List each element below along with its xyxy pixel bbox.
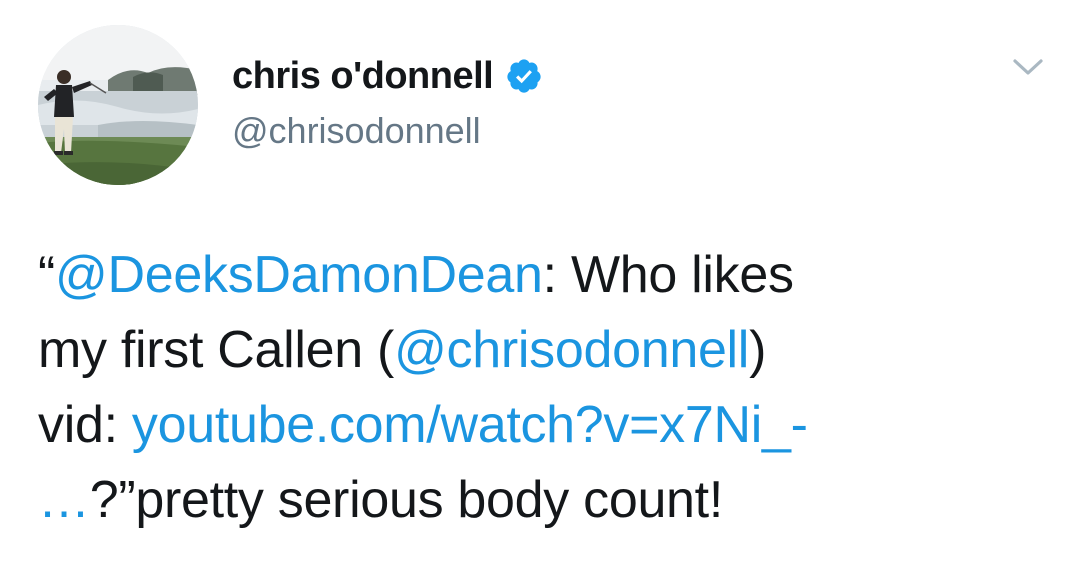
tweet-text-segment: ) xyxy=(749,321,767,379)
youtube-link-ellipsis[interactable]: … xyxy=(38,471,90,529)
tweet-text-segment: ?”pretty serious body count! xyxy=(89,471,724,529)
tweet-text-line-3: vid: youtube.com/watch?v=x7Ni_- xyxy=(38,388,1038,463)
mention-deeksdamondean[interactable]: @DeeksDamonDean xyxy=(55,246,543,304)
youtube-link[interactable]: youtube.com/watch?v=x7Ni_- xyxy=(132,396,808,454)
tweet-text-line-4: …?”pretty serious body count! xyxy=(38,463,1038,538)
chevron-down-icon xyxy=(1013,59,1043,75)
tweet-text-line-2: my first Callen (@chrisodonnell) xyxy=(38,313,1038,388)
avatar-photo xyxy=(38,25,198,185)
author-display-name[interactable]: chris o'donnell xyxy=(232,55,494,98)
verified-badge-icon xyxy=(505,57,543,95)
author-handle[interactable]: @chrisodonnell xyxy=(232,110,543,152)
author-name-row: chris o'donnell xyxy=(232,52,543,100)
mention-chrisodonnell[interactable]: @chrisodonnell xyxy=(394,321,749,379)
tweet-text: “@DeeksDamonDean: Who likes my first Cal… xyxy=(38,238,1038,538)
author-info: chris o'donnell @chrisodonnell xyxy=(232,52,543,152)
open-quote: “ xyxy=(38,246,56,304)
tweet-text-segment: vid: xyxy=(38,396,132,454)
tweet-menu-button[interactable] xyxy=(1010,52,1046,82)
tweet-text-segment: my first Callen ( xyxy=(38,321,395,379)
author-avatar[interactable] xyxy=(38,25,198,185)
tweet-card: chris o'donnell @chrisodonnell “@DeeksDa… xyxy=(0,0,1073,588)
tweet-text-segment: : Who likes xyxy=(542,246,794,304)
tweet-text-line-1: “@DeeksDamonDean: Who likes xyxy=(38,238,1038,313)
